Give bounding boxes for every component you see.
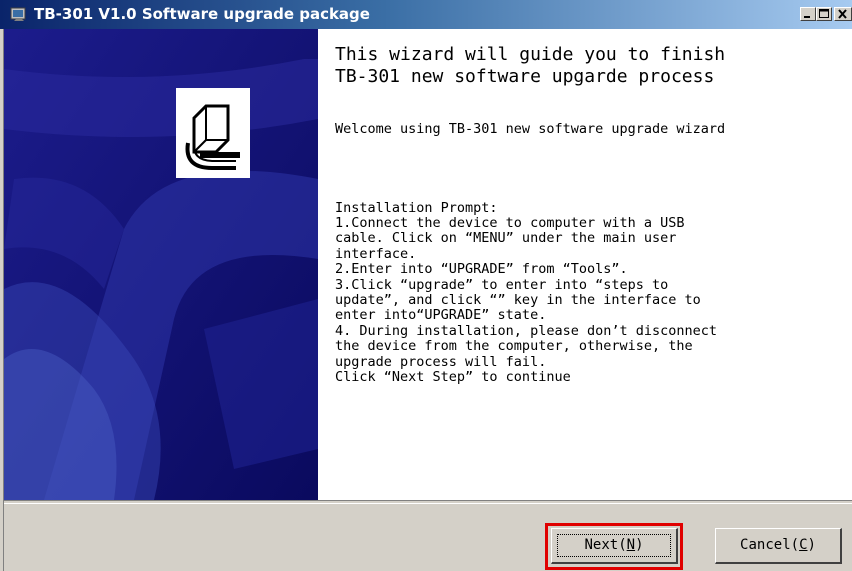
- minimize-icon: [804, 16, 810, 18]
- computer-upgrade-icon: [181, 93, 245, 173]
- instruction-line: interface.: [335, 245, 417, 262]
- instruction-line: 4. During installation, please don’t dis…: [335, 322, 718, 339]
- instruction-line: the device from the computer, otherwise,…: [335, 338, 693, 355]
- instruction-line: upgrade process will fail.: [335, 353, 547, 370]
- welcome-text: Welcome using TB-301 new software upgrad…: [335, 121, 726, 137]
- instruction-line: 1.Connect the device to computer with a …: [335, 215, 685, 231]
- logo-frame: [176, 88, 250, 178]
- button-bar: Next(N) Cancel(C): [4, 504, 852, 571]
- next-button[interactable]: Next(N): [551, 528, 678, 564]
- banner-artwork: [4, 29, 318, 500]
- instruction-line: 2.Enter into “UPGRADE” from “Tools”.: [335, 261, 628, 278]
- minimize-button[interactable]: [800, 7, 816, 21]
- instruction-line: 3.Click “upgrade” to enter into “steps t…: [335, 276, 669, 293]
- installation-steps: 1.Connect the device to computer with a …: [335, 215, 718, 386]
- instruction-line: update”, and click “” key in the interfa…: [335, 292, 701, 309]
- title-bar[interactable]: TB-301 V1.0 Software upgrade package: [0, 0, 852, 29]
- cancel-button[interactable]: Cancel(C): [715, 528, 842, 564]
- instruction-line: Click “Next Step” to continue: [335, 369, 571, 386]
- instruction-line: cable. Click on “MENU” under the main us…: [335, 230, 677, 247]
- instruction-line: enter into“UPGRADE” state.: [335, 307, 547, 324]
- maximize-button[interactable]: [816, 7, 832, 21]
- wizard-content: This wizard will guide you to finish TB-…: [318, 29, 852, 500]
- cancel-button-label: Cancel: [740, 537, 791, 553]
- wizard-heading: This wizard will guide you to finish TB-…: [335, 44, 726, 87]
- wizard-banner: [4, 29, 318, 500]
- close-icon: [838, 9, 847, 19]
- close-button[interactable]: [834, 7, 852, 21]
- cancel-hotkey: C: [799, 537, 808, 553]
- window-title: TB-301 V1.0 Software upgrade package: [34, 5, 370, 23]
- app-icon: [10, 7, 26, 21]
- focus-rectangle: [557, 534, 671, 557]
- maximize-icon: [819, 9, 829, 18]
